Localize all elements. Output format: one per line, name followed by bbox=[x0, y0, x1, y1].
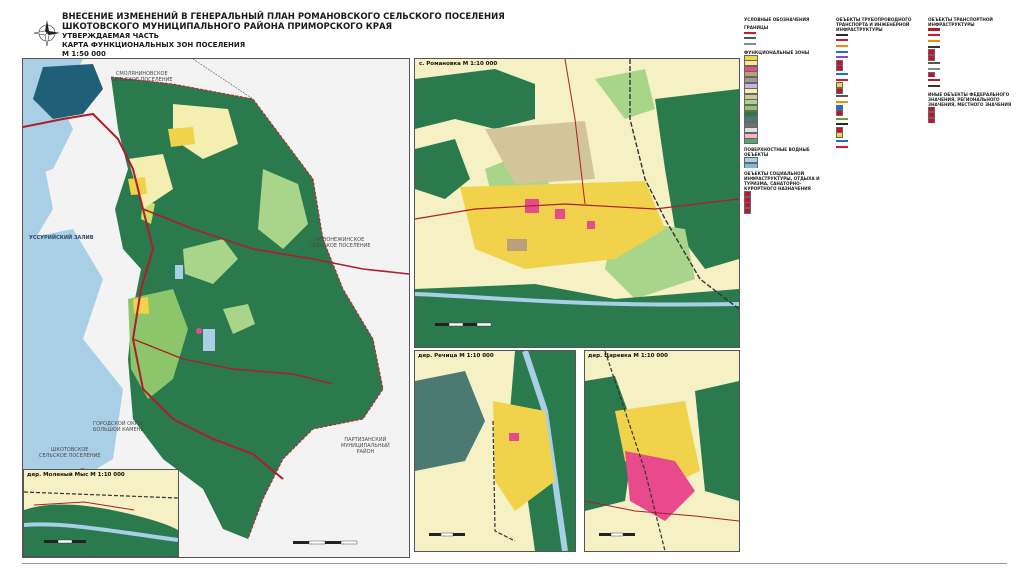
title-line-4: КАРТА ФУНКЦИОНАЛЬНЫХ ЗОН ПОСЕЛЕНИЯ bbox=[62, 41, 246, 49]
legend-item bbox=[744, 138, 826, 145]
legend-item bbox=[836, 144, 922, 150]
legend-item bbox=[744, 41, 826, 47]
inset-molenyi-mys-canvas bbox=[24, 470, 178, 556]
inset-tsarevka-title: дер. Царевка М 1:10 000 bbox=[588, 353, 668, 359]
title-line-1: ВНЕСЕНИЕ ИЗМЕНЕНИЙ В ГЕНЕРАЛЬНЫЙ ПЛАН РО… bbox=[62, 12, 505, 22]
label-novonezhinskoe: НОВОНЕЖИНСКОЕ СЕЛЬСКОЕ ПОСЕЛЕНИЕ bbox=[309, 237, 371, 249]
legend-column-3: ОБЪЕКТЫ ТРАНСПОРТНОЙ ИНФРАСТРУКТУРЫ ИНЫЕ… bbox=[928, 14, 1014, 124]
inset-tsarevka[interactable]: дер. Царевка М 1:10 000 bbox=[584, 350, 740, 552]
legend-social-head: ОБЪЕКТЫ СОЦИАЛЬНОЙ ИНФРАСТРУКТУРЫ, ОТДЫХ… bbox=[744, 171, 820, 192]
legend-surface-water-head: ПОВЕРХНОСТНЫЕ ВОДНЫЕ ОБЪЕКТЫ bbox=[744, 147, 810, 158]
legend-item bbox=[928, 83, 1014, 89]
inset-romanovka-title: с. Романовка М 1:10 000 bbox=[419, 61, 498, 67]
inset-molenyi-mys[interactable]: дер. Моленый Мыс М 1:10 000 bbox=[23, 469, 179, 557]
label-bolshoi-kamen: ГОРОДСКОЙ ОКРУГ БОЛЬШОЙ КАМЕНЬ bbox=[93, 421, 144, 433]
legend-column-1: УСЛОВНЫЕ ОБОЗНАЧЕНИЯ ГРАНИЦЫ ФУНКЦИОНАЛЬ… bbox=[744, 14, 826, 214]
map-sheet: ВНЕСЕНИЕ ИЗМЕНЕНИЙ В ГЕНЕРАЛЬНЫЙ ПЛАН РО… bbox=[0, 0, 1027, 569]
inset-molenyi-mys-title: дер. Моленый Мыс М 1:10 000 bbox=[27, 472, 125, 478]
legend-pipeline-head: ОБЪЕКТЫ ТРУБОПРОВОДНОГО ТРАНСПОРТА И ИНЖ… bbox=[836, 17, 912, 32]
label-shkotovskoe: ШКОТОВСКОЕ СЕЛЬСКОЕ ПОСЕЛЕНИЕ bbox=[39, 447, 101, 459]
title-line-3: УТВЕРЖДАЕМАЯ ЧАСТЬ bbox=[62, 32, 159, 40]
legend-title: УСЛОВНЫЕ ОБОЗНАЧЕНИЯ bbox=[744, 17, 810, 22]
legend-item bbox=[744, 162, 826, 169]
inset-rechitsa-canvas bbox=[415, 351, 575, 551]
legend-transport-head: ОБЪЕКТЫ ТРАНСПОРТНОЙ ИНФРАСТРУКТУРЫ bbox=[928, 17, 993, 27]
legend-column-2: ОБЪЕКТЫ ТРУБОПРОВОДНОГО ТРАНСПОРТА И ИНЖ… bbox=[836, 14, 922, 149]
label-partizansky: ПАРТИЗАНСКИЙ МУНИЦИПАЛЬНЫЙ РАЙОН bbox=[341, 437, 390, 455]
inset-rechitsa[interactable]: дер. Речица М 1:10 000 bbox=[414, 350, 576, 552]
legend-item bbox=[928, 117, 1014, 124]
legend-item bbox=[744, 208, 826, 214]
label-smolyaninovskoe: СМОЛЯНИНОВСКОЕ СЕЛЬСКОЕ ПОСЕЛЕНИЕ bbox=[111, 71, 173, 83]
footer-divider bbox=[22, 563, 1007, 564]
inset-tsarevka-canvas bbox=[585, 351, 739, 551]
main-map[interactable]: СМОЛЯНИНОВСКОЕ СЕЛЬСКОЕ ПОСЕЛЕНИЕ УССУРИ… bbox=[22, 58, 410, 558]
title-line-2: ШКОТОВСКОГО МУНИЦИПАЛЬНОГО РАЙОНА ПРИМОР… bbox=[62, 22, 393, 32]
inset-romanovka[interactable]: с. Романовка М 1:10 000 bbox=[414, 58, 740, 348]
north-arrow-icon bbox=[34, 20, 60, 46]
legend-other-head: ИНЫЕ ОБЪЕКТЫ ФЕДЕРАЛЬНОГО ЗНАЧЕНИЯ, РЕГИ… bbox=[928, 91, 1012, 107]
title-block: ВНЕСЕНИЕ ИЗМЕНЕНИЙ В ГЕНЕРАЛЬНЫЙ ПЛАН РО… bbox=[62, 12, 505, 59]
inset-rechitsa-title: дер. Речица М 1:10 000 bbox=[418, 353, 494, 359]
label-ussuri-bay: УССУРИЙСКИЙ ЗАЛИВ bbox=[29, 235, 94, 241]
inset-romanovka-canvas bbox=[415, 59, 739, 347]
